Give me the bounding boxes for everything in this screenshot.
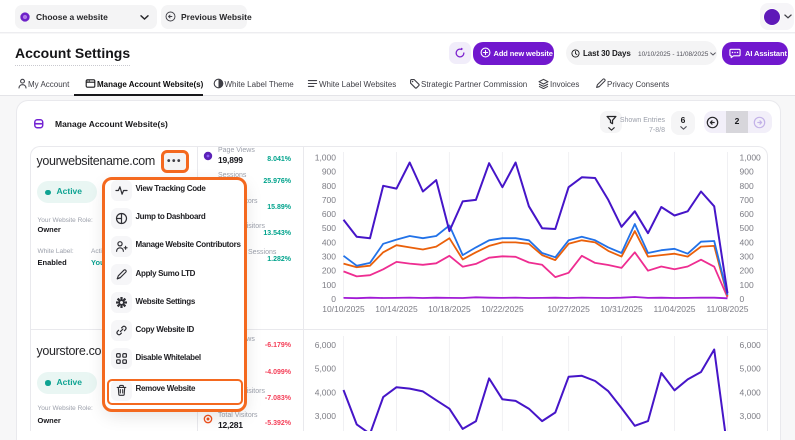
svg-text:500: 500 <box>740 223 754 233</box>
svg-text:6,000: 6,000 <box>740 340 762 350</box>
svg-text:10/31/2025: 10/31/2025 <box>600 304 643 314</box>
svg-text:10/22/2025: 10/22/2025 <box>481 304 524 314</box>
svg-text:3,000: 3,000 <box>740 411 762 421</box>
svg-text:800: 800 <box>740 181 754 191</box>
svg-text:900: 900 <box>322 167 336 177</box>
svg-text:700: 700 <box>322 195 336 205</box>
svg-text:0: 0 <box>740 294 745 304</box>
svg-text:11/04/2025: 11/04/2025 <box>654 304 696 314</box>
svg-text:4,000: 4,000 <box>315 387 337 397</box>
svg-text:200: 200 <box>322 266 336 276</box>
svg-text:1,000: 1,000 <box>315 153 337 163</box>
svg-text:5,000: 5,000 <box>315 364 337 374</box>
svg-text:800: 800 <box>322 181 336 191</box>
svg-text:400: 400 <box>322 237 336 247</box>
svg-text:5,000: 5,000 <box>740 364 762 374</box>
svg-text:400: 400 <box>740 237 754 247</box>
svg-text:100: 100 <box>740 280 754 290</box>
svg-text:300: 300 <box>322 252 336 262</box>
svg-text:10/18/2025: 10/18/2025 <box>428 304 471 314</box>
svg-text:10/10/2025: 10/10/2025 <box>322 304 365 314</box>
svg-text:11/08/2025: 11/08/2025 <box>707 304 749 314</box>
svg-text:1,000: 1,000 <box>740 153 762 163</box>
svg-text:600: 600 <box>740 209 754 219</box>
svg-text:3,000: 3,000 <box>315 411 337 421</box>
svg-text:10/14/2025: 10/14/2025 <box>375 304 418 314</box>
svg-text:6,000: 6,000 <box>315 340 337 350</box>
svg-text:700: 700 <box>740 195 754 205</box>
svg-text:0: 0 <box>331 294 336 304</box>
svg-text:10/27/2025: 10/27/2025 <box>547 304 590 314</box>
svg-text:200: 200 <box>740 266 754 276</box>
svg-text:300: 300 <box>740 252 754 262</box>
svg-text:600: 600 <box>322 209 336 219</box>
svg-text:4,000: 4,000 <box>740 387 762 397</box>
svg-text:500: 500 <box>322 223 336 233</box>
svg-text:100: 100 <box>322 280 336 290</box>
svg-text:900: 900 <box>740 167 754 177</box>
